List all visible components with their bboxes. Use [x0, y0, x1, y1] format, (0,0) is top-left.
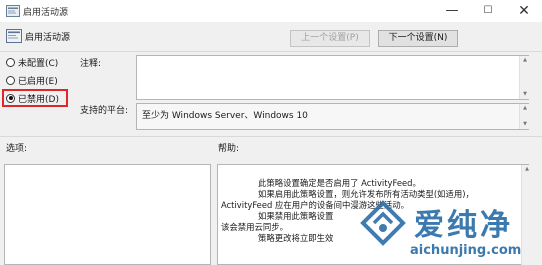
comment-scrollbar[interactable]: ▲ ▼: [519, 56, 529, 99]
comment-textarea[interactable]: [136, 55, 529, 100]
watermark-url: aichunjing.com: [410, 243, 522, 258]
help-scrollbar[interactable]: ▲: [521, 165, 531, 265]
policy-icon: [6, 5, 20, 17]
scroll-down-arrow-icon[interactable]: ▼: [520, 90, 530, 99]
platform-scrollbar[interactable]: ▲ ▼: [519, 104, 529, 129]
radio-enabled[interactable]: 已启用(E): [6, 73, 58, 87]
options-panel: [4, 164, 211, 265]
watermark-brand: 爱纯净: [414, 208, 513, 243]
title-bar: 启用活动源 — ☐ ✕: [0, 0, 542, 23]
platform-label: 支持的平台:: [80, 106, 129, 116]
policy-name: 启用活动源: [25, 33, 71, 43]
window-title: 启用活动源: [23, 8, 69, 18]
policy-setting-icon: [6, 29, 22, 43]
help-label: 帮助:: [218, 144, 240, 154]
scroll-down-arrow-icon[interactable]: ▼: [520, 120, 530, 129]
highlight-box: [2, 89, 68, 107]
radio-circle[interactable]: [6, 75, 15, 85]
scroll-up-arrow-icon[interactable]: ▲: [520, 56, 530, 65]
scroll-up-arrow-icon[interactable]: ▲: [522, 165, 532, 174]
divider: [0, 136, 542, 137]
help-text-line: 策略更改将立即生效: [258, 233, 334, 243]
radio-not-configured[interactable]: 未配置(C): [6, 55, 58, 69]
radio-label: 已启用(E): [18, 76, 58, 87]
radio-circle[interactable]: [6, 57, 15, 67]
close-button[interactable]: ✕: [506, 0, 542, 22]
minimize-button[interactable]: —: [434, 0, 470, 22]
previous-setting-button[interactable]: 上一个设置(P): [290, 30, 370, 47]
radio-label: 未配置(C): [18, 58, 59, 69]
platform-value: 至少为 Windows Server、Windows 10: [142, 111, 308, 121]
maximize-button[interactable]: ☐: [470, 0, 506, 22]
watermark-logo-icon: [360, 200, 406, 246]
scroll-up-arrow-icon[interactable]: ▲: [520, 104, 530, 113]
divider: [0, 51, 542, 52]
next-setting-button[interactable]: 下一个设置(N): [378, 30, 458, 47]
options-label: 选项:: [6, 144, 28, 154]
comment-label: 注释:: [80, 59, 102, 69]
